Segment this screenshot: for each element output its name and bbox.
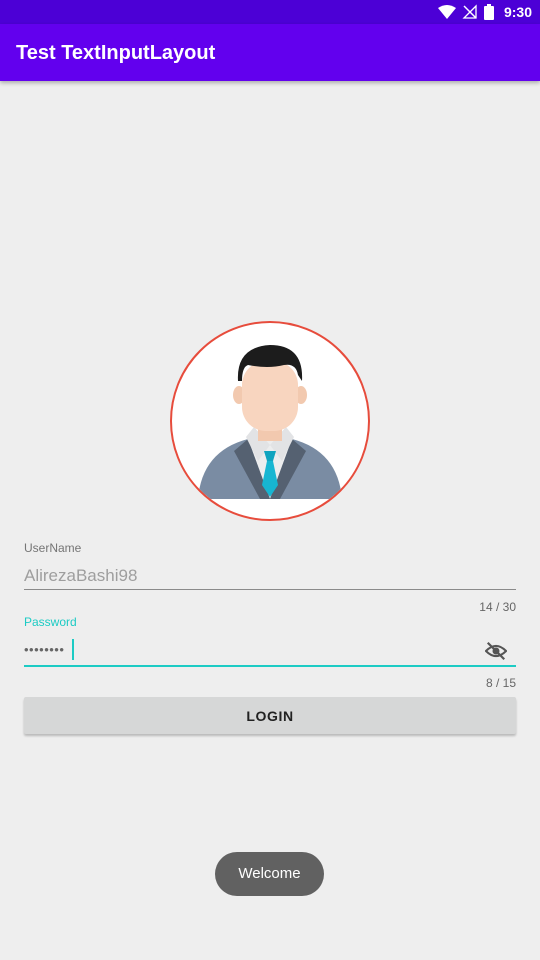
- username-label: UserName: [24, 541, 82, 555]
- no-signal-icon: [462, 4, 477, 19]
- password-label: Password: [24, 615, 77, 629]
- app-title: Test TextInputLayout: [16, 42, 216, 64]
- username-char-counter: 14 / 30: [479, 600, 516, 614]
- password-char-counter: 8 / 15: [485, 676, 516, 690]
- status-bar: 9:30: [0, 0, 540, 24]
- toast-message: Welcome: [215, 852, 324, 896]
- password-input[interactable]: ••••••••: [24, 636, 516, 667]
- username-input[interactable]: [24, 562, 516, 590]
- status-icons: 9:30: [437, 0, 532, 24]
- wifi-icon: [437, 5, 456, 19]
- avatar: [170, 321, 370, 521]
- visibility-off-icon[interactable]: [485, 640, 507, 662]
- app-bar: Test TextInputLayout: [0, 24, 540, 81]
- businessman-avatar-icon: [198, 345, 342, 499]
- login-button[interactable]: LOGIN: [24, 697, 516, 734]
- text-cursor: [72, 639, 74, 660]
- password-value: ••••••••: [24, 642, 65, 657]
- status-time: 9:30: [503, 4, 532, 20]
- battery-icon: [483, 4, 494, 20]
